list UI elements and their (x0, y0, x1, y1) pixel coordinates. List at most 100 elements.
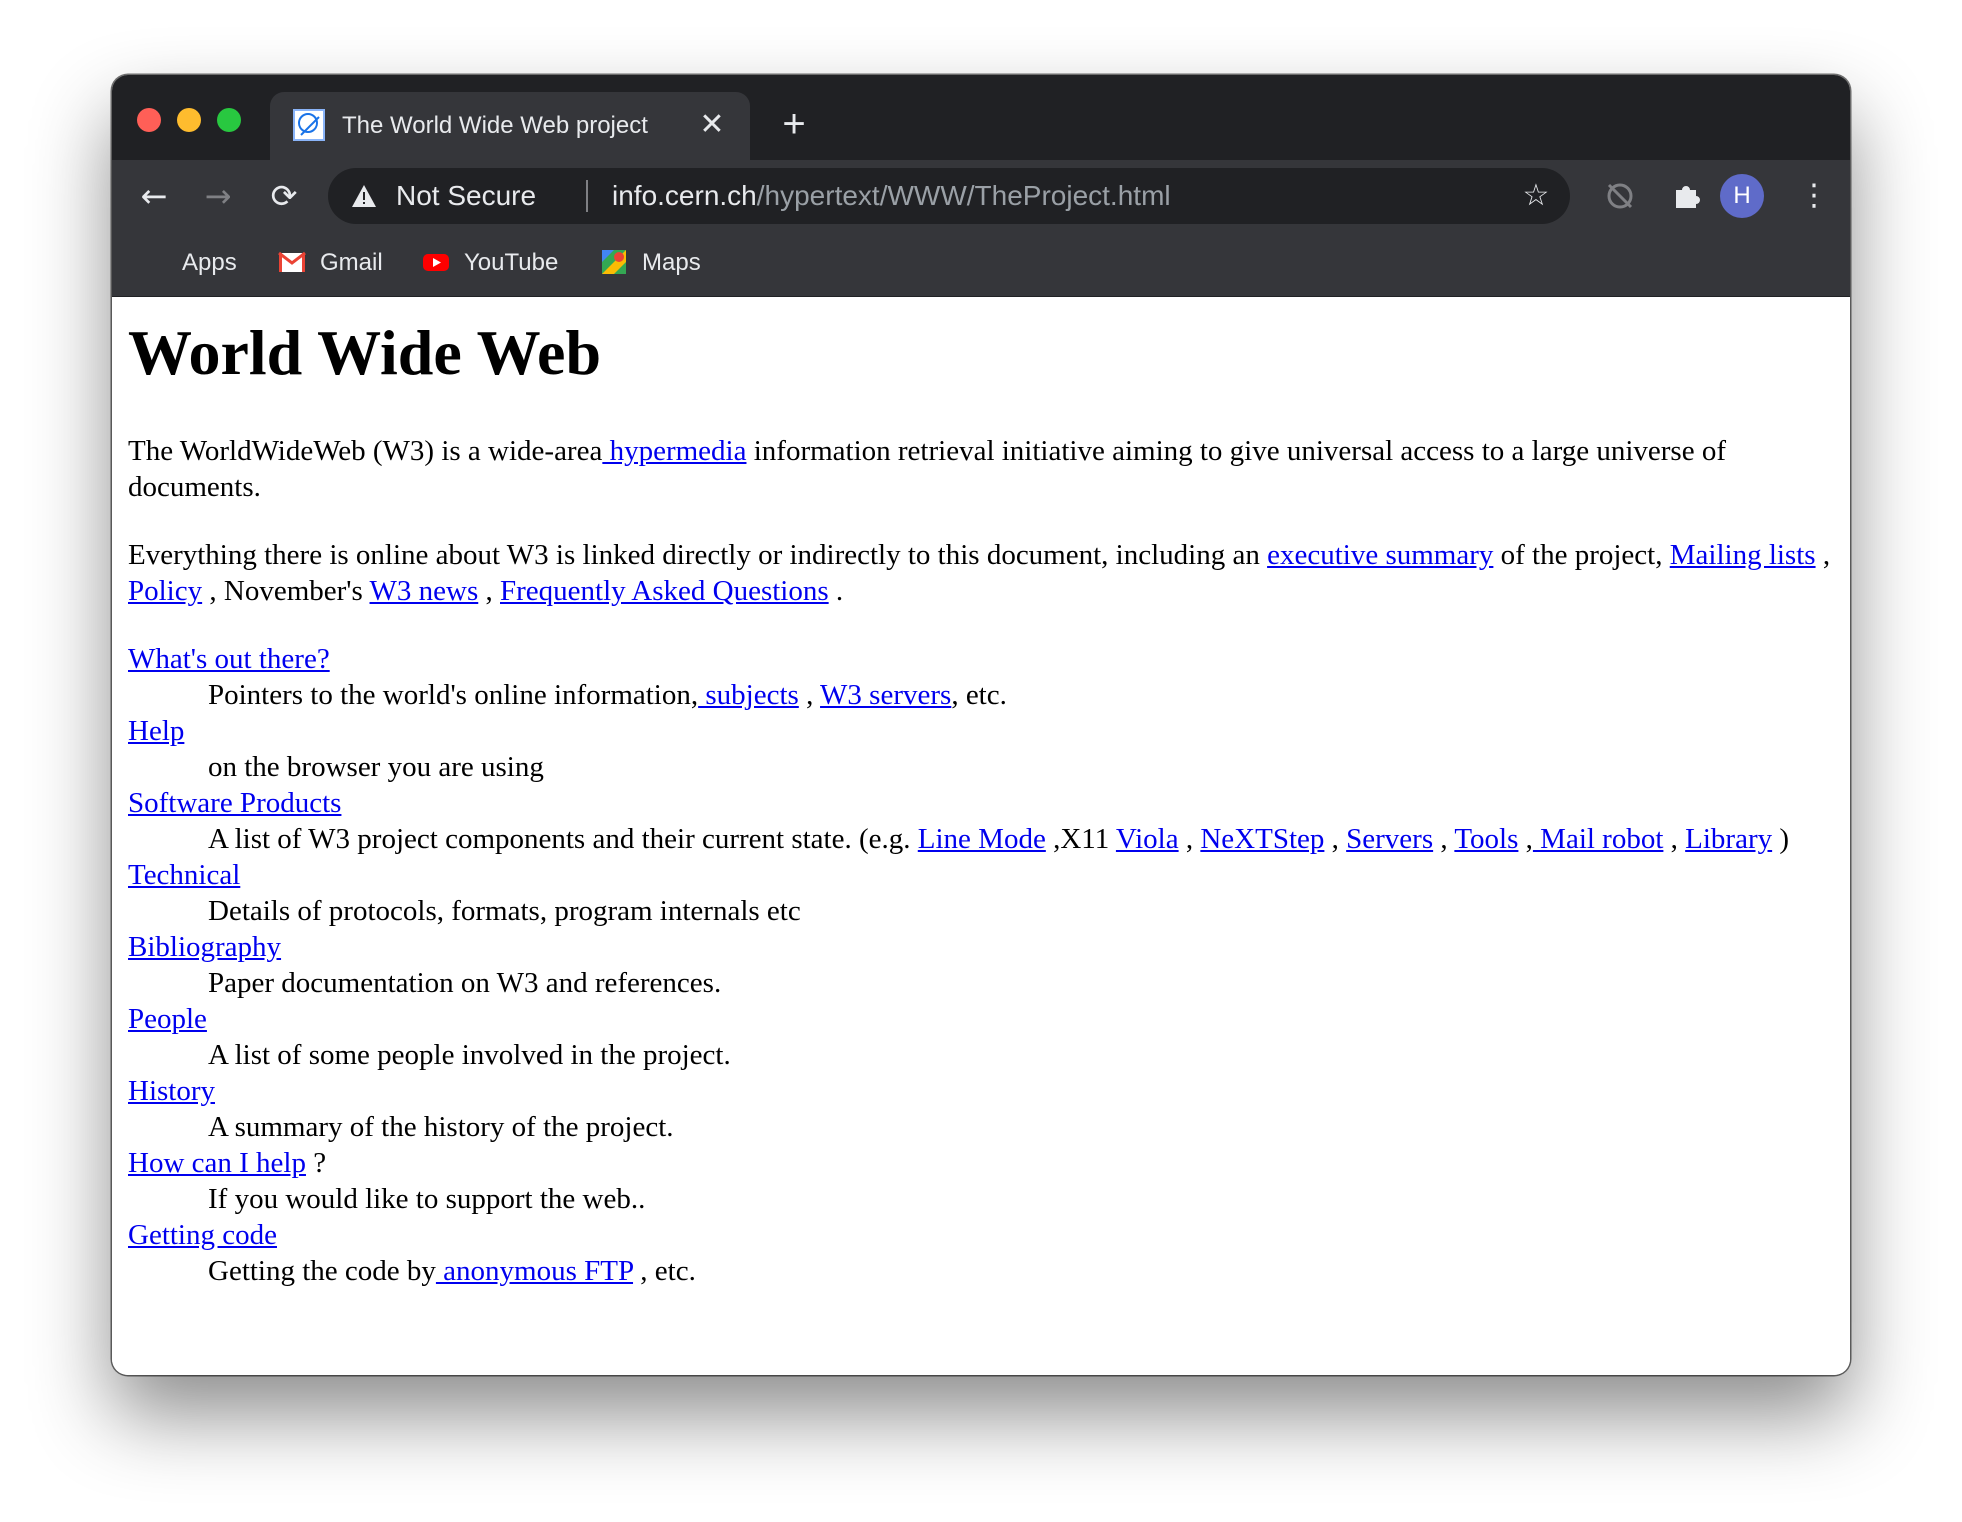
link-bibliography[interactable]: Bibliography (128, 931, 281, 963)
link-help[interactable]: Help (128, 715, 184, 747)
tab-title: The World Wide Web project (342, 112, 648, 139)
link-subjects[interactable]: subjects (698, 679, 798, 711)
list-item-description: A list of some people involved in the pr… (208, 1039, 731, 1071)
link-policy[interactable]: Policy (128, 575, 202, 607)
bookmark-label: Apps (182, 249, 237, 276)
list-item: Getting code (128, 1217, 1834, 1253)
text: . (828, 575, 844, 607)
link-tools[interactable]: Tools (1454, 823, 1518, 855)
new-tab-button[interactable]: + (774, 104, 814, 145)
minimize-window-button[interactable] (177, 108, 201, 132)
url-path: /hypertext/WWW/TheProject.html (756, 180, 1171, 211)
text: , (1815, 539, 1831, 571)
list-item: Bibliography (128, 929, 1834, 965)
list-item: Software Products (128, 785, 1834, 821)
close-window-button[interactable] (137, 108, 161, 132)
list-item-description: A list of W3 project components and thei… (208, 821, 1834, 857)
text: , etc. (951, 679, 1007, 711)
bookmark-youtube[interactable]: YouTube (422, 246, 558, 280)
link-faq[interactable]: Frequently Asked Questions (500, 575, 829, 607)
list-item: History (128, 1073, 1834, 1109)
maps-icon (600, 248, 628, 276)
link-anonymous-ftp[interactable]: anonymous FTP (436, 1255, 633, 1287)
kebab-menu-icon[interactable]: ⋮ (1792, 174, 1836, 218)
intro-paragraph: The WorldWideWeb (W3) is a wide-area hyp… (128, 433, 1834, 505)
list-item-description: on the browser you are using (208, 751, 544, 783)
warning-triangle-icon[interactable] (350, 182, 378, 210)
youtube-icon (422, 248, 450, 276)
page-content: World Wide Web The WorldWideWeb (W3) is … (112, 297, 1850, 1375)
sync-disabled-icon[interactable] (1598, 174, 1642, 218)
tab-close-icon[interactable]: ✕ (695, 108, 729, 142)
bookmark-apps[interactable]: Apps (140, 246, 237, 280)
text: , etc. (633, 1255, 696, 1287)
forward-arrow-icon[interactable]: → (196, 174, 240, 218)
link-w3-servers[interactable]: W3 servers (820, 679, 951, 711)
extensions-puzzle-icon[interactable] (1664, 174, 1708, 218)
list-item-description: Details of protocols, formats, program i… (208, 895, 801, 927)
address-bar[interactable]: Not Secure info.cern.ch/hypertext/WWW/Th… (328, 168, 1570, 224)
text: , (478, 575, 500, 607)
bookmark-label: Gmail (320, 249, 383, 276)
bookmark-label: Maps (642, 249, 701, 276)
link-w3-news[interactable]: W3 news (370, 575, 479, 607)
link-how-can-i-help[interactable]: How can I help (128, 1147, 306, 1179)
topic-list: What's out there? Pointers to the world'… (128, 641, 1834, 1289)
list-item-description: Getting the code by anonymous FTP , etc. (208, 1253, 1834, 1289)
text: , (1433, 823, 1455, 855)
toolbar: ← → ⟳ Not Secure info.cern.ch/hypertext/… (112, 160, 1850, 232)
text: ? (305, 1147, 327, 1179)
text: The WorldWideWeb (W3) is a wide-area (128, 435, 603, 467)
list-item: What's out there? (128, 641, 1834, 677)
tab-active[interactable]: The World Wide Web project ✕ (270, 92, 750, 160)
list-item: Technical (128, 857, 1834, 893)
link-technical[interactable]: Technical (128, 859, 240, 891)
list-item-description: Pointers to the world's online informati… (208, 677, 1834, 713)
bookmark-label: YouTube (464, 249, 559, 276)
text: Getting the code by (208, 1255, 436, 1287)
text: of the project, (1493, 539, 1670, 571)
text: , (1324, 823, 1347, 855)
bookmark-star-icon[interactable]: ☆ (1518, 178, 1554, 214)
zoom-window-button[interactable] (217, 108, 241, 132)
link-getting-code[interactable]: Getting code (128, 1219, 277, 1251)
text: ) (1772, 823, 1790, 855)
list-item: People (128, 1001, 1834, 1037)
text: , November's (202, 575, 370, 607)
link-whats-out-there[interactable]: What's out there? (128, 643, 330, 675)
list-item: Help (128, 713, 1834, 749)
link-mailing-lists[interactable]: Mailing lists (1670, 539, 1816, 571)
list-item-description: A summary of the history of the project. (208, 1111, 674, 1143)
bookmark-maps[interactable]: Maps (600, 246, 701, 280)
page-heading: World Wide Web (128, 317, 602, 388)
profile-avatar[interactable]: H (1720, 174, 1764, 218)
overview-paragraph: Everything there is online about W3 is l… (128, 537, 1834, 609)
back-arrow-icon[interactable]: ← (132, 174, 176, 218)
gmail-icon (278, 248, 306, 276)
link-viola[interactable]: Viola (1116, 823, 1179, 855)
text: , (1518, 823, 1533, 855)
url-host: info.cern.ch (612, 180, 757, 211)
url-text[interactable]: info.cern.ch/hypertext/WWW/TheProject.ht… (612, 180, 1171, 212)
link-line-mode[interactable]: Line Mode (918, 823, 1046, 855)
link-history[interactable]: History (128, 1075, 215, 1107)
link-hypermedia[interactable]: hypermedia (602, 435, 747, 467)
link-executive-summary[interactable]: executive summary (1267, 539, 1493, 571)
link-people[interactable]: People (128, 1003, 207, 1035)
link-nextstep[interactable]: NeXTStep (1200, 823, 1324, 855)
list-item: How can I help ? (128, 1145, 1834, 1181)
link-servers[interactable]: Servers (1346, 823, 1433, 855)
link-library[interactable]: Library (1685, 823, 1772, 855)
list-item-description: Paper documentation on W3 and references… (208, 967, 722, 999)
tab-strip: The World Wide Web project ✕ + (112, 75, 1850, 160)
text: Pointers to the world's online informati… (208, 679, 699, 711)
link-mail-robot[interactable]: Mail robot (1533, 823, 1663, 855)
security-label[interactable]: Not Secure (396, 180, 536, 212)
text: ,X11 (1045, 823, 1116, 855)
cern-favicon-icon (293, 109, 325, 141)
reload-icon[interactable]: ⟳ (262, 174, 306, 218)
text: Everything there is online about W3 is l… (128, 539, 1268, 571)
bookmark-gmail[interactable]: Gmail (278, 246, 383, 280)
text: , (798, 679, 821, 711)
link-software-products[interactable]: Software Products (128, 787, 341, 819)
